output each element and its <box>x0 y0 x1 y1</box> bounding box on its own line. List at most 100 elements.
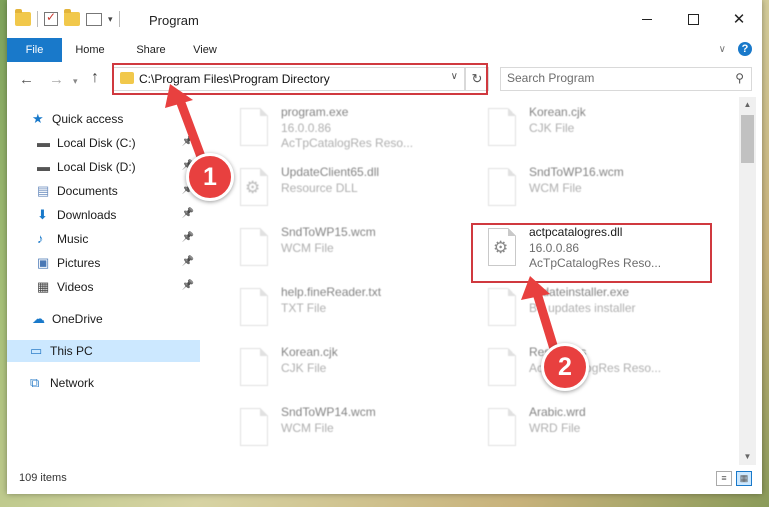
list-view-icon[interactable] <box>86 12 102 26</box>
properties-check-icon[interactable] <box>44 10 58 26</box>
file-name: UpdateClient65.dll <box>281 165 380 179</box>
pin-icon[interactable]: 📌 <box>182 256 194 267</box>
address-highlight-box <box>112 63 488 95</box>
scroll-up-icon[interactable]: ▲ <box>739 97 756 113</box>
close-button[interactable]: ✕ <box>716 4 762 34</box>
sidebar-item-quick-access[interactable]: ★ Quick access <box>7 108 200 130</box>
help-icon[interactable]: ? <box>738 42 752 56</box>
file-icon: ⚙ <box>240 168 268 206</box>
sidebar-item-pictures[interactable]: ▣ Pictures 📌 <box>7 252 200 274</box>
videos-icon: ▦ <box>37 279 50 294</box>
file-tile[interactable]: updateinstaller.exe BY updates installer <box>461 284 691 340</box>
item-count: 109 items <box>19 472 67 484</box>
sidebar-item-music[interactable]: ♪ Music 📌 <box>7 228 200 250</box>
minimize-icon <box>642 18 652 20</box>
pin-icon[interactable]: 📌 <box>182 136 194 147</box>
file-tile[interactable]: program.exe 16.0.0.86 AcTpCatalogRes Reso.… <box>213 104 443 160</box>
tab-home[interactable]: Home <box>67 38 113 62</box>
file-name: SndToWP15.wcm <box>281 225 376 239</box>
onedrive-icon: ☁ <box>32 311 45 326</box>
sidebar-item-local-disk-d[interactable]: ▬Local Disk (D:)📌 <box>7 156 200 178</box>
documents-icon: ▤ <box>37 183 50 198</box>
scroll-down-icon[interactable]: ▼ <box>739 449 756 465</box>
window-title: Program <box>149 13 199 28</box>
pin-icon[interactable]: 📌 <box>182 232 194 243</box>
file-name: Korean.cjk <box>281 345 338 359</box>
forward-arrow-icon[interactable]: → <box>49 71 64 88</box>
file-name: help.fineReader.txt <box>281 285 382 299</box>
sidebar-item-documents[interactable]: ▤ Documents 📌 <box>7 180 200 202</box>
minimize-button[interactable] <box>624 4 670 34</box>
file-icon <box>488 348 516 386</box>
file-highlight-box <box>471 223 712 283</box>
toolbar-separator <box>118 11 120 27</box>
step-2-badge: 2 <box>541 343 589 391</box>
sidebar-item-label: Local Disk (D:) <box>57 160 136 174</box>
folder-icon[interactable] <box>15 9 31 26</box>
file-name: updateinstaller.exe <box>529 285 630 299</box>
new-folder-icon[interactable] <box>64 9 80 26</box>
file-detail: WRD File <box>529 421 581 435</box>
file-name: SndToWP14.wcm <box>281 405 376 419</box>
maximize-button[interactable] <box>670 4 716 34</box>
file-tile[interactable]: Arabic.wrd WRD File <box>461 404 691 460</box>
file-tile[interactable]: ⚙ UpdateClient65.dll Resource DLL <box>213 164 443 220</box>
sidebar-item-videos[interactable]: ▦ Videos 📌 <box>7 276 200 298</box>
file-detail: AcTpCatalogRes Reso... <box>281 136 414 150</box>
file-tile[interactable]: SndToWP16.wcm WCM File <box>461 164 691 220</box>
window-controls: ✕ <box>624 4 762 34</box>
expand-ribbon-chevron-icon[interactable]: ∨ <box>719 44 726 55</box>
sidebar-item-onedrive[interactable]: ☁ OneDrive <box>7 308 200 330</box>
search-box[interactable]: ⚲ <box>500 67 752 91</box>
sidebar-item-label: Music <box>57 232 89 246</box>
scrollbar-thumb[interactable] <box>741 115 754 163</box>
file-name: Korean.cjk <box>529 105 586 119</box>
customize-toolbar-chevron-icon[interactable]: ▾ <box>108 14 113 25</box>
music-icon: ♪ <box>37 231 44 246</box>
sidebar-item-label: This PC <box>50 344 93 358</box>
file-tile[interactable]: Korean.cjk CJK File <box>461 104 691 160</box>
status-bar: 109 items ≡ ▦ <box>7 468 762 490</box>
gear-icon: ⚙ <box>245 178 261 197</box>
back-arrow-icon[interactable]: ← <box>19 71 34 88</box>
file-tile[interactable]: SndToWP14.wcm WCM File <box>213 404 443 460</box>
file-name: SndToWP16.wcm <box>529 165 624 179</box>
drive-icon: ▬ <box>37 159 50 174</box>
up-arrow-icon[interactable]: ↑ <box>91 69 99 87</box>
sidebar-item-this-pc[interactable]: ▭ This PC <box>7 340 200 362</box>
sidebar-item-local-disk-c[interactable]: ▬ Local Disk (C:) 📌 <box>7 132 200 154</box>
sidebar-item-label: OneDrive <box>52 312 103 326</box>
star-icon: ★ <box>32 111 44 126</box>
sidebar-item-network[interactable]: ⧉ Network <box>7 372 200 394</box>
file-detail: WCM File <box>281 421 334 435</box>
tiles-view-icon[interactable]: ▦ <box>736 471 752 486</box>
file-icon <box>240 288 268 326</box>
file-icon <box>488 288 516 326</box>
toolbar-separator <box>37 11 38 27</box>
file-detail: TXT File <box>281 301 327 315</box>
tab-file[interactable]: File <box>7 38 62 62</box>
sidebar-item-downloads[interactable]: ⬇ Downloads 📌 <box>7 204 200 226</box>
file-detail: 16.0.0.86 <box>281 121 332 135</box>
file-tile[interactable]: help.fineReader.txt TXT File <box>213 284 443 340</box>
search-icon: ⚲ <box>735 71 744 85</box>
step-1-badge: 1 <box>186 153 234 201</box>
tab-view[interactable]: View <box>188 38 222 62</box>
file-icon <box>240 348 268 386</box>
file-detail: WCM File <box>281 241 334 255</box>
file-tile[interactable]: SndToWP15.wcm WCM File <box>213 224 443 280</box>
pin-icon[interactable]: 📌 <box>182 280 194 291</box>
vertical-scrollbar[interactable]: ▲ ▼ <box>739 97 756 465</box>
recent-locations-chevron-icon[interactable]: ▾ <box>73 76 78 87</box>
details-view-icon[interactable]: ≡ <box>716 471 732 486</box>
file-tile[interactable]: Korean.cjk CJK File <box>213 344 443 400</box>
sidebar-item-label: Documents <box>57 184 118 198</box>
search-input[interactable] <box>501 68 723 88</box>
sidebar-item-label: Videos <box>57 280 94 294</box>
file-name: Arabic.wrd <box>529 405 586 419</box>
tab-share[interactable]: Share <box>130 38 172 62</box>
file-detail: WCM File <box>529 181 582 195</box>
title-bar: ▾ Program ✕ <box>7 0 762 38</box>
pin-icon[interactable]: 📌 <box>182 208 194 219</box>
sidebar-item-label: Local Disk (C:) <box>57 136 136 150</box>
